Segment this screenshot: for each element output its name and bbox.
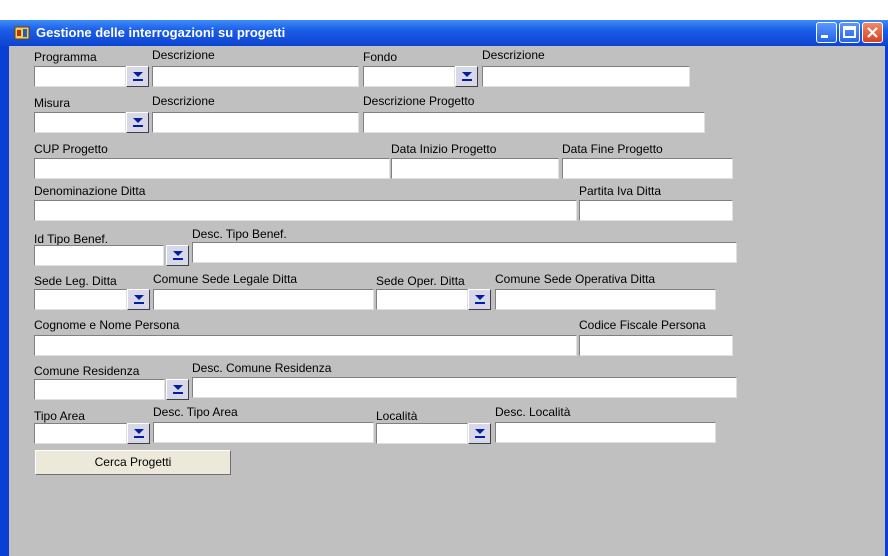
label-comune-sede-legale: Comune Sede Legale Ditta: [153, 272, 298, 286]
label-comune-residenza: Comune Residenza: [34, 364, 140, 378]
descrizione-progetto-input[interactable]: [363, 112, 705, 133]
desc-tipo-benef-input[interactable]: [192, 242, 737, 263]
label-cup-progetto: CUP Progetto: [34, 142, 108, 156]
cerca-progetti-button[interactable]: Cerca Progetti: [35, 450, 231, 475]
fondo-input[interactable]: [363, 66, 455, 87]
label-localita: Località: [376, 409, 418, 423]
data-fine-input[interactable]: [562, 158, 733, 179]
tipo-area-input[interactable]: [34, 423, 127, 444]
localita-lov-button[interactable]: [468, 423, 491, 444]
misura-input[interactable]: [34, 112, 126, 133]
lov-arrow-icon: [133, 118, 143, 127]
label-desc-localita: Desc. Località: [495, 405, 571, 419]
label-codice-fiscale: Codice Fiscale Persona: [579, 318, 706, 332]
lov-arrow-icon: [173, 385, 183, 394]
sede-leg-lov-button[interactable]: [127, 289, 150, 310]
app-icon: [14, 25, 30, 41]
label-sede-leg: Sede Leg. Ditta: [34, 274, 117, 288]
desc-comune-residenza-input[interactable]: [192, 377, 737, 398]
lov-arrow-icon: [475, 429, 485, 438]
label-descrizione-misura: Descrizione: [152, 94, 215, 108]
label-desc-tipo-area: Desc. Tipo Area: [153, 405, 238, 419]
maximize-button[interactable]: [839, 22, 860, 43]
label-misura: Misura: [34, 96, 71, 110]
desc-tipo-area-input[interactable]: [153, 422, 374, 443]
label-desc-tipo-benef: Desc. Tipo Benef.: [192, 227, 287, 241]
desc-localita-input[interactable]: [495, 422, 716, 443]
descrizione-fondo-input[interactable]: [482, 66, 690, 87]
data-inizio-input[interactable]: [391, 158, 559, 179]
lov-arrow-icon: [462, 72, 472, 81]
label-tipo-area: Tipo Area: [34, 409, 85, 423]
comune-sede-legale-input[interactable]: [153, 289, 374, 310]
tipo-benef-lov-button[interactable]: [166, 245, 189, 266]
label-data-fine: Data Fine Progetto: [562, 142, 663, 156]
cognome-nome-input[interactable]: [34, 335, 577, 356]
close-button[interactable]: [862, 22, 883, 43]
label-partita-iva: Partita Iva Ditta: [579, 184, 662, 198]
descrizione-programma-input[interactable]: [152, 66, 359, 87]
label-descrizione-fondo: Descrizione: [482, 48, 545, 62]
fondo-lov-button[interactable]: [455, 66, 478, 87]
localita-input[interactable]: [376, 423, 468, 444]
label-id-tipo-benef: Id Tipo Benef.: [34, 232, 109, 246]
label-sede-oper: Sede Oper. Ditta: [376, 274, 465, 288]
lov-arrow-icon: [133, 72, 143, 81]
sede-oper-lov-button[interactable]: [468, 289, 491, 310]
label-comune-sede-operativa: Comune Sede Operativa Ditta: [495, 272, 656, 286]
lov-arrow-icon: [134, 295, 144, 304]
label-programma: Programma: [34, 50, 97, 64]
programma-input[interactable]: [34, 66, 126, 87]
tipo-area-lov-button[interactable]: [127, 423, 150, 444]
sede-oper-input[interactable]: [376, 289, 468, 310]
lov-arrow-icon: [134, 429, 144, 438]
label-desc-comune-residenza: Desc. Comune Residenza: [192, 361, 332, 375]
comune-residenza-lov-button[interactable]: [166, 379, 189, 400]
descrizione-misura-input[interactable]: [152, 112, 359, 133]
form-area: Programma Descrizione Fondo Descrizione …: [9, 46, 885, 556]
title-bar[interactable]: Gestione delle interrogazioni su progett…: [0, 20, 888, 46]
cup-progetto-input[interactable]: [34, 158, 390, 179]
partita-iva-input[interactable]: [579, 200, 733, 221]
label-descrizione-progetto: Descrizione Progetto: [363, 94, 475, 108]
comune-sede-operativa-input[interactable]: [495, 289, 716, 310]
codice-fiscale-input[interactable]: [579, 335, 733, 356]
label-data-inizio: Data Inizio Progetto: [391, 142, 497, 156]
id-tipo-benef-input[interactable]: [34, 245, 164, 266]
sede-leg-input[interactable]: [34, 289, 127, 310]
minimize-button[interactable]: [816, 22, 837, 43]
window-title: Gestione delle interrogazioni su progett…: [36, 25, 286, 40]
denominazione-ditta-input[interactable]: [34, 200, 577, 221]
label-fondo: Fondo: [363, 50, 398, 64]
label-denominazione-ditta: Denominazione Ditta: [34, 184, 146, 198]
comune-residenza-input[interactable]: [34, 379, 165, 400]
label-descrizione-programma: Descrizione: [152, 48, 215, 62]
window-frame-left: [0, 20, 9, 556]
label-cognome-nome: Cognome e Nome Persona: [34, 318, 180, 332]
lov-arrow-icon: [173, 251, 183, 260]
programma-lov-button[interactable]: [126, 66, 149, 87]
lov-arrow-icon: [475, 295, 485, 304]
misura-lov-button[interactable]: [126, 112, 149, 133]
